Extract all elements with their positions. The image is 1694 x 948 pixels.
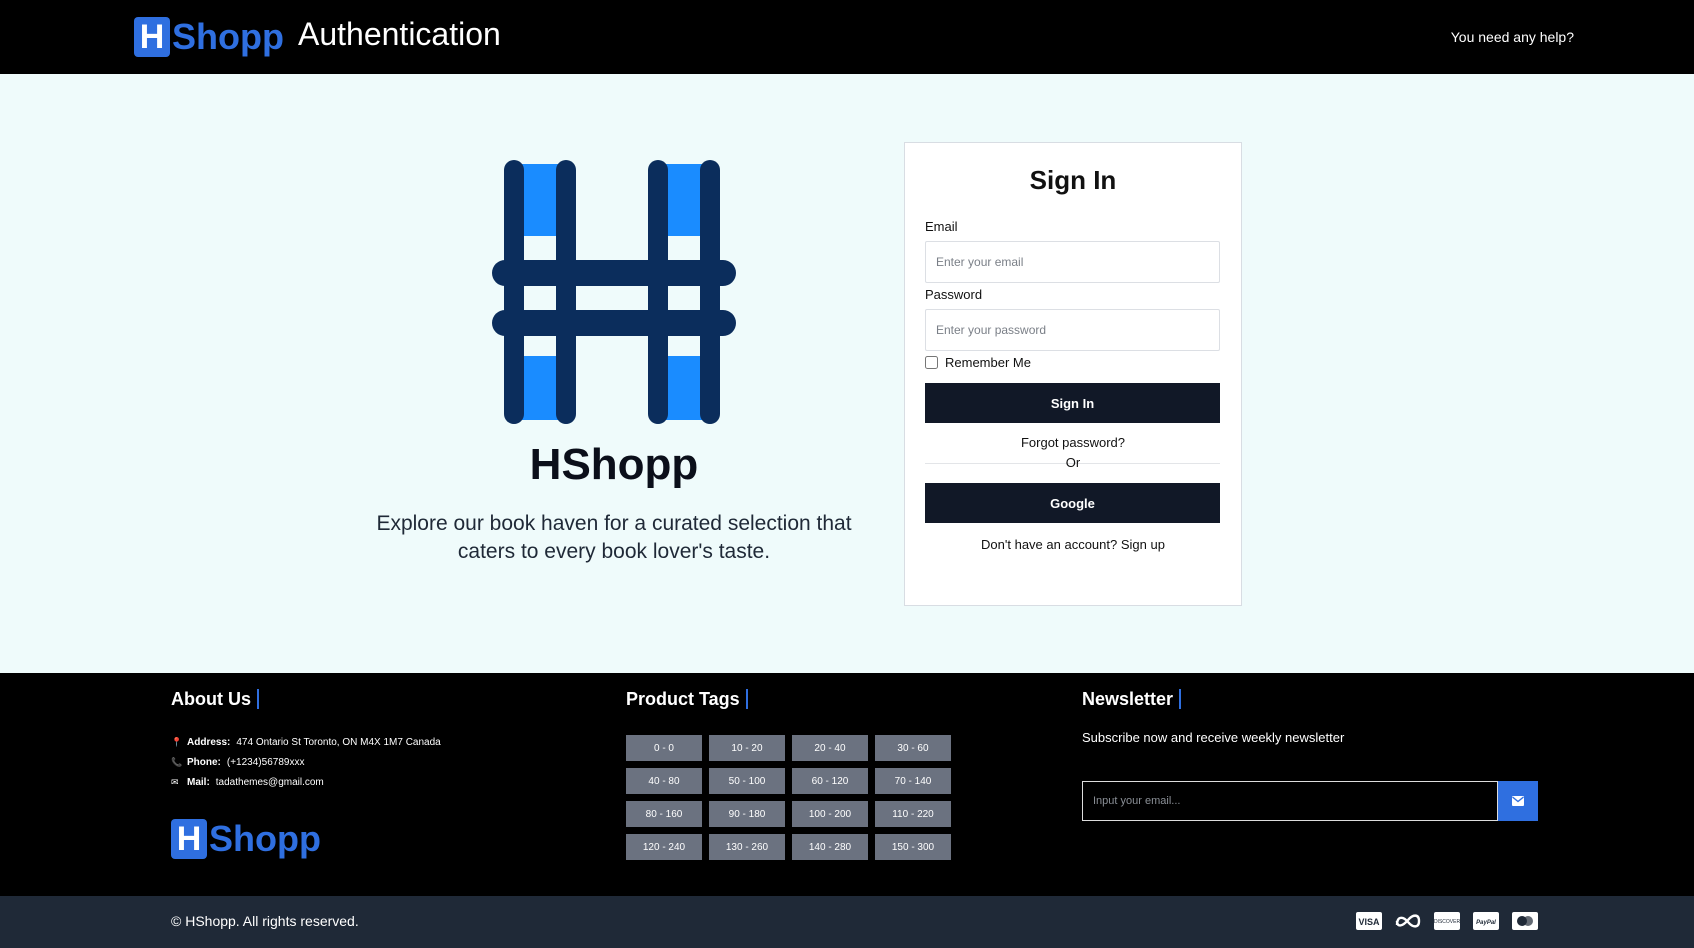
tag-button[interactable]: 110 - 220 [875, 801, 951, 827]
svg-text:VISA: VISA [1358, 917, 1380, 927]
header-logo[interactable]: H Shopp [134, 16, 284, 58]
product-tags-heading: Product Tags [626, 689, 748, 709]
signin-card: Sign In Email Password Remember Me Sign … [904, 142, 1242, 606]
footer: About Us 📍 Address: 474 Ontario St Toron… [0, 673, 1694, 896]
phone-icon: 📞 [171, 757, 183, 767]
newsletter-heading: Newsletter [1082, 689, 1182, 709]
signin-button[interactable]: Sign In [925, 383, 1220, 423]
tag-button[interactable]: 150 - 300 [875, 834, 951, 860]
remember-me-checkbox[interactable] [925, 356, 938, 369]
payment-methods: VISA DISCOVER PayPal [1355, 910, 1539, 932]
google-signin-button[interactable]: Google [925, 483, 1220, 523]
contact-phone: 📞 Phone: (+1234)56789xxx [171, 757, 304, 768]
svg-text:DISCOVER: DISCOVER [1434, 919, 1460, 925]
phone-value: (+1234)56789xxx [226, 757, 305, 768]
tag-button[interactable]: 10 - 20 [709, 735, 785, 761]
copyright-text: © HShopp. All rights reserved. [171, 913, 359, 929]
tag-button[interactable]: 60 - 120 [792, 768, 868, 794]
brand-name: HShopp [529, 440, 699, 489]
about-us-heading: About Us [171, 689, 259, 709]
password-label: Password [925, 287, 983, 302]
mail-label: Mail: [187, 777, 210, 788]
mail-icon: ✉ [171, 777, 179, 787]
remember-me: Remember Me [925, 355, 1031, 370]
product-tags-grid: 0 - 0 10 - 20 20 - 40 30 - 60 40 - 80 50… [626, 735, 951, 860]
page-title: Authentication [298, 16, 501, 52]
logo-text: Shopp [172, 16, 284, 57]
footer-logo-text: Shopp [209, 818, 321, 859]
or-label: Or [1065, 455, 1081, 470]
newsletter-submit-button[interactable] [1498, 781, 1538, 821]
newsletter-subtitle: Subscribe now and receive weekly newslet… [1082, 730, 1345, 745]
newsletter-email-input[interactable] [1082, 781, 1498, 821]
meta-icon [1394, 910, 1422, 932]
tag-button[interactable]: 40 - 80 [626, 768, 702, 794]
discover-icon: DISCOVER [1433, 910, 1461, 932]
tag-button[interactable]: 120 - 240 [626, 834, 702, 860]
tag-button[interactable]: 90 - 180 [709, 801, 785, 827]
visa-icon: VISA [1355, 910, 1383, 932]
address-label: Address: [187, 737, 231, 748]
tag-button[interactable]: 70 - 140 [875, 768, 951, 794]
contact-mail: ✉ Mail: tadathemes@gmail.com [171, 777, 324, 788]
location-icon: 📍 [171, 737, 183, 747]
tag-button[interactable]: 140 - 280 [792, 834, 868, 860]
tag-button[interactable]: 30 - 60 [875, 735, 951, 761]
tag-button[interactable]: 0 - 0 [626, 735, 702, 761]
email-field[interactable] [925, 241, 1220, 283]
envelope-icon [1512, 796, 1524, 806]
footer-logo-letter-box: H [171, 819, 207, 859]
paypal-icon: PayPal [1472, 910, 1500, 932]
mastercard-icon [1511, 910, 1539, 932]
brand-description: Explore our book haven for a curated sel… [376, 512, 852, 563]
signup-link[interactable]: Don't have an account? Sign up [905, 537, 1241, 552]
forgot-password-link[interactable]: Forgot password? [905, 435, 1241, 450]
contact-address: 📍 Address: 474 Ontario St Toronto, ON M4… [171, 737, 441, 748]
password-field[interactable] [925, 309, 1220, 351]
phone-label: Phone: [187, 757, 221, 768]
svg-text:PayPal: PayPal [1476, 920, 1496, 926]
address-value: 474 Ontario St Toronto, ON M4X 1M7 Canad… [236, 737, 441, 748]
copyright-bar: © HShopp. All rights reserved. VISA DISC… [0, 896, 1694, 948]
tag-button[interactable]: 50 - 100 [709, 768, 785, 794]
logo-letter-box: H [134, 17, 170, 57]
tag-button[interactable]: 20 - 40 [792, 735, 868, 761]
signin-title: Sign In [1029, 165, 1117, 195]
footer-logo[interactable]: H Shopp [171, 818, 321, 860]
tag-button[interactable]: 80 - 160 [626, 801, 702, 827]
hshopp-brand-mark-icon [492, 160, 736, 424]
tag-button[interactable]: 100 - 200 [792, 801, 868, 827]
help-link[interactable]: You need any help? [1451, 29, 1574, 45]
email-label: Email [925, 219, 958, 234]
tag-button[interactable]: 130 - 260 [709, 834, 785, 860]
mail-value[interactable]: tadathemes@gmail.com [216, 777, 324, 788]
top-header: H Shopp Authentication You need any help… [0, 0, 1694, 74]
remember-me-label: Remember Me [945, 355, 1031, 370]
